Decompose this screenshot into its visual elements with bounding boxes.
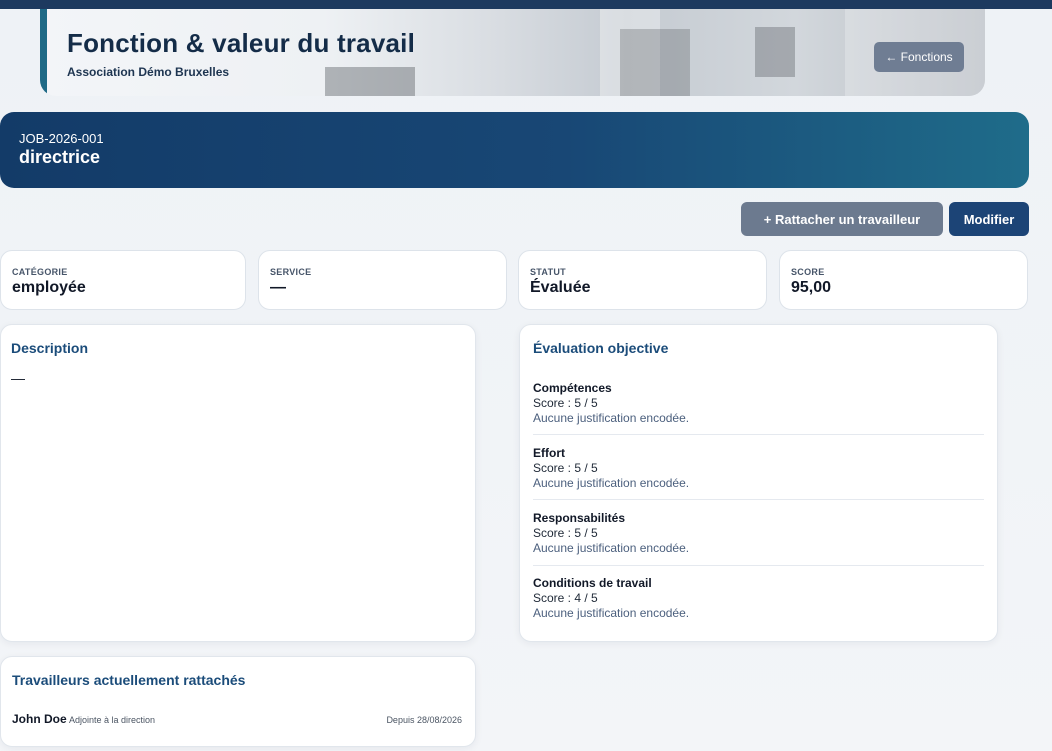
stat-card-service: SERVICE — — [258, 250, 507, 310]
stat-value: — — [270, 279, 286, 296]
evaluation-panel: Évaluation objective Compétences Score :… — [519, 324, 998, 642]
workers-title: Travailleurs actuellement rattachés — [12, 672, 246, 688]
criterion-name: Effort — [533, 446, 565, 460]
header-accent-bar — [40, 9, 47, 96]
criterion-item: Compétences Score : 5 / 5 Aucune justifi… — [533, 381, 984, 426]
criterion-justification: Aucune justification encodée. — [533, 541, 690, 555]
criterion-justification: Aucune justification encodée. — [533, 606, 690, 620]
stat-label: CATÉGORIE — [12, 267, 68, 277]
worker-name[interactable]: John Doe — [12, 712, 67, 726]
description-text: — — [11, 370, 25, 386]
criterion-score: Score : 5 / 5 — [533, 526, 598, 540]
stat-value: 95,00 — [791, 279, 832, 296]
criterion-score: Score : 5 / 5 — [533, 396, 598, 410]
description-title: Description — [11, 340, 89, 356]
stat-card-score: SCORE 95,00 — [779, 250, 1028, 310]
edit-button[interactable]: Modifier — [949, 202, 1029, 236]
page-title: Fonction & valeur du travail — [67, 28, 415, 58]
criterion-item: Effort Score : 5 / 5 Aucune justificatio… — [533, 446, 984, 491]
stat-label: STATUT — [530, 267, 566, 277]
top-bar — [0, 0, 1052, 9]
back-to-functions-button[interactable]: ← Fonctions — [874, 42, 964, 72]
worker-since-date: Depuis 28/08/2026 — [386, 715, 462, 725]
stat-label: SERVICE — [270, 267, 312, 277]
attach-worker-button[interactable]: + Rattacher un travailleur — [741, 202, 943, 236]
criterion-divider — [533, 434, 984, 435]
evaluation-title: Évaluation objective — [533, 340, 669, 356]
stat-card-status: STATUT Évaluée — [518, 250, 767, 310]
description-panel: Description — — [0, 324, 476, 642]
criterion-item: Responsabilités Score : 5 / 5 Aucune jus… — [533, 511, 984, 556]
job-code: JOB-2026-001 — [19, 131, 104, 146]
criterion-divider — [533, 565, 984, 566]
criterion-item: Conditions de travail Score : 4 / 5 Aucu… — [533, 576, 984, 621]
criterion-score: Score : 5 / 5 — [533, 461, 598, 475]
criterion-divider — [533, 499, 984, 500]
criterion-name: Conditions de travail — [533, 576, 652, 590]
organization-name: Association Démo Bruxelles — [67, 65, 230, 79]
criterion-justification: Aucune justification encodée. — [533, 411, 690, 425]
criterion-justification: Aucune justification encodée. — [533, 476, 690, 490]
criterion-name: Responsabilités — [533, 511, 626, 525]
stat-value: employée — [12, 279, 86, 296]
job-name: directrice — [19, 147, 101, 167]
criterion-score: Score : 4 / 5 — [533, 591, 598, 605]
stat-value: Évaluée — [530, 279, 591, 296]
job-banner: JOB-2026-001 directrice — [0, 112, 1029, 188]
worker-role: Adjointe à la direction — [69, 715, 156, 725]
stat-card-category: CATÉGORIE employée — [0, 250, 246, 310]
stat-label: SCORE — [791, 267, 825, 277]
criterion-name: Compétences — [533, 381, 612, 395]
page-header: Fonction & valeur du travail Association… — [40, 9, 985, 96]
workers-panel: Travailleurs actuellement rattachés John… — [0, 656, 476, 747]
